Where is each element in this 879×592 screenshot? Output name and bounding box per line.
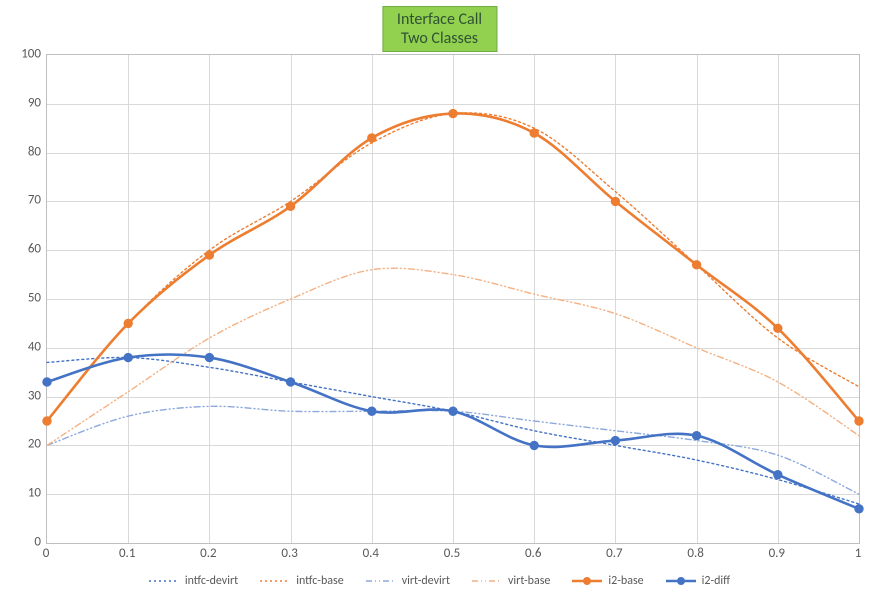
legend-swatch xyxy=(149,574,179,588)
series-marker-i2-base xyxy=(286,202,294,210)
legend-item-virt-devirt: virt-devirt xyxy=(366,574,450,588)
series-marker-i2-base xyxy=(124,319,132,327)
series-marker-i2-base xyxy=(368,134,376,142)
legend-label: i2-base xyxy=(608,574,643,588)
legend-swatch xyxy=(260,574,290,588)
x-tick-label: 0.9 xyxy=(757,546,797,561)
y-tick-label: 50 xyxy=(7,291,41,306)
x-tick-label: 0.2 xyxy=(188,546,228,561)
x-tick-label: 0.5 xyxy=(432,546,472,561)
chart-container: Interface Call Two Classes 0 10 20 30 40 50 60… xyxy=(0,0,879,592)
plot-area xyxy=(46,54,860,544)
series-marker-i2-diff xyxy=(855,505,863,513)
legend-item-intfc-devirt: intfc-devirt xyxy=(149,574,238,588)
y-tick-label: 20 xyxy=(7,437,41,452)
series-marker-i2-diff xyxy=(286,378,294,386)
series-marker-i2-base xyxy=(855,417,863,425)
series-marker-i2-diff xyxy=(611,436,619,444)
chart-title-line2: Two Classes xyxy=(397,29,482,48)
y-tick-label: 30 xyxy=(7,388,41,403)
series-marker-i2-base xyxy=(530,129,538,137)
legend-item-virt-base: virt-base xyxy=(472,574,550,588)
y-tick-label: 80 xyxy=(7,144,41,159)
series-marker-i2-base xyxy=(43,417,51,425)
x-tick-label: 0.1 xyxy=(107,546,147,561)
x-tick-label: 0.8 xyxy=(676,546,716,561)
x-tick-label: 0.7 xyxy=(594,546,634,561)
chart-title-line1: Interface Call xyxy=(397,10,482,29)
y-tick-label: 60 xyxy=(7,242,41,257)
series-marker-i2-base xyxy=(774,324,782,332)
series-marker-i2-diff xyxy=(530,441,538,449)
x-tick-label: 1 xyxy=(838,546,878,561)
chart-title-box: Interface Call Two Classes xyxy=(382,6,497,52)
series-marker-i2-diff xyxy=(368,407,376,415)
series-line-i2-base xyxy=(47,113,859,421)
legend: intfc-devirt intfc-base virt-devirt virt-ba… xyxy=(0,574,879,588)
legend-label: intfc-devirt xyxy=(185,574,238,588)
x-tick-label: 0.3 xyxy=(270,546,310,561)
y-tick-label: 100 xyxy=(7,47,41,62)
series-marker-i2-diff xyxy=(692,431,700,439)
series-marker-i2-base xyxy=(611,197,619,205)
legend-label: intfc-base xyxy=(296,574,344,588)
x-tick-label: 0.6 xyxy=(513,546,553,561)
series-marker-i2-base xyxy=(205,251,213,259)
legend-item-i2-base: i2-base xyxy=(572,574,643,588)
legend-label: virt-base xyxy=(508,574,550,588)
series-marker-i2-diff xyxy=(124,353,132,361)
legend-item-intfc-base: intfc-base xyxy=(260,574,344,588)
y-tick-label: 40 xyxy=(7,339,41,354)
series-line-intfc-base xyxy=(47,113,859,421)
series-line-i2-diff xyxy=(47,355,859,509)
legend-swatch xyxy=(366,574,396,588)
legend-swatch xyxy=(572,574,602,588)
series-marker-i2-base xyxy=(692,261,700,269)
x-tick-label: 0.4 xyxy=(351,546,391,561)
series-line-intfc-devirt xyxy=(47,357,859,503)
series-marker-i2-diff xyxy=(205,353,213,361)
y-tick-label: 90 xyxy=(7,95,41,110)
legend-swatch xyxy=(472,574,502,588)
series-marker-i2-diff xyxy=(449,407,457,415)
x-tick-label: 0 xyxy=(26,546,66,561)
series-line-virt-devirt xyxy=(47,406,859,494)
legend-label: i2-diff xyxy=(702,574,731,588)
legend-swatch xyxy=(666,574,696,588)
legend-label: virt-devirt xyxy=(402,574,450,588)
series-marker-i2-diff xyxy=(774,470,782,478)
series-marker-i2-diff xyxy=(43,378,51,386)
legend-item-i2-diff: i2-diff xyxy=(666,574,731,588)
chart-svg xyxy=(47,55,859,543)
y-tick-label: 10 xyxy=(7,486,41,501)
series-marker-i2-base xyxy=(449,109,457,117)
y-tick-label: 70 xyxy=(7,193,41,208)
